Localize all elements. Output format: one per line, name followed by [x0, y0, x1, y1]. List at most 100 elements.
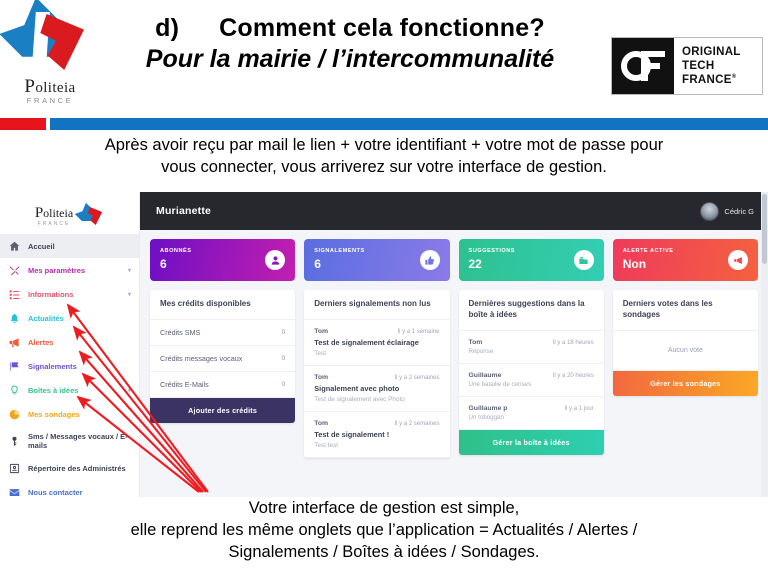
idea-item[interactable]: Tom Il y a 18 heures Réponse: [458, 331, 604, 364]
idea-time: Il y a 1 jour: [564, 405, 594, 412]
intro-line1: Après avoir reçu par mail le lien + votr…: [104, 136, 664, 154]
of-line2: TECH: [682, 59, 715, 72]
politeia-diamond-icon: [6, 6, 94, 80]
key-icon: [9, 436, 20, 447]
tools-icon: [9, 265, 20, 276]
slide-title-marker: d): [155, 14, 180, 42]
scrollbar-thumb[interactable]: [762, 194, 767, 264]
sidebar-item-accueil[interactable]: Accueil: [0, 234, 139, 258]
list-icon: [9, 289, 20, 300]
inbox-icon: [573, 250, 594, 270]
sidebar-item-label: Informations: [28, 289, 74, 299]
credit-value: 0: [281, 328, 286, 336]
vertical-scrollbar[interactable]: [761, 192, 768, 497]
chevron-down-icon[interactable]: ▾: [128, 267, 131, 274]
sidebar-item-repertoire-des-administres[interactable]: Répertoire des Administrés: [0, 456, 139, 480]
idea-item[interactable]: Guillaume p Il y a 1 jour Un toboggan: [458, 397, 604, 430]
app-screenshot: Politeia FRANCE Accueil Mes paramètres ▾…: [0, 192, 768, 497]
id-card-icon: [9, 463, 20, 474]
slide-title-line1: d) Comment cela fonctionne?: [100, 14, 600, 43]
sidebar-item-nous-contacter[interactable]: Nous contacter: [0, 480, 139, 497]
add-credits-button[interactable]: Ajouter des crédits: [150, 397, 296, 423]
reports-card: Derniers signalements non lus Tom Il y a…: [304, 290, 450, 458]
lightbulb-icon: [9, 385, 20, 396]
report-item[interactable]: Tom Il y a 1 semaine Test de signalement…: [304, 320, 450, 366]
slide-title: d) Comment cela fonctionne? Pour la mairi…: [100, 14, 600, 74]
registered-mark: ®: [731, 74, 737, 81]
sidebar-item-sms-messages-vocaux-emails[interactable]: Sms / Messages vocaux / E-mails: [0, 426, 139, 456]
idea-author: Tom: [468, 338, 483, 346]
sidebar-item-informations[interactable]: Informations ▾: [0, 282, 139, 306]
footer-line3: Signalements / Boîtes à idées / Sondages…: [228, 542, 540, 561]
sidebar-item-signalements[interactable]: Signalements: [0, 354, 139, 378]
kpi-label: SIGNALEMENTS: [314, 248, 365, 255]
sidebar-item-label: Actualités: [28, 313, 64, 323]
kpi-row: ABONNÉS 6 SIGNALEMENTS 6 SUGGESTIONS 22 …: [150, 239, 758, 281]
of-line3: FRANCE®: [682, 74, 737, 86]
footer-line2: elle reprend les même onglets que l’appl…: [130, 520, 638, 539]
report-desc: Test: [314, 349, 326, 357]
report-item[interactable]: Tom Il y a 2 semaines Signalement avec p…: [304, 366, 450, 412]
idea-time: Il y a 18 heures: [552, 339, 594, 346]
kpi-card-alerte-active[interactable]: ALERTE ACTIVE Non: [612, 239, 758, 281]
kpi-value: 6: [160, 256, 167, 271]
flag-icon: [9, 361, 20, 372]
sidebar-item-alertes[interactable]: Alertes: [0, 330, 139, 354]
sidebar-logo-word: Politeia: [34, 204, 74, 221]
sidebar-item-boites-a-idees[interactable]: Boîtes à idées ▾: [0, 378, 139, 402]
sidebar-item-mes-parametres[interactable]: Mes paramètres ▾: [0, 258, 139, 282]
intro-text: Après avoir reçu par mail le lien + votr…: [14, 134, 754, 179]
sidebar-item-label: Sms / Messages vocaux / E-mails: [28, 431, 128, 450]
original-tech-france-logo: ORIGINAL TECH FRANCE®: [611, 37, 763, 95]
kpi-label: ALERTE ACTIVE: [622, 248, 674, 255]
idea-desc: Une bataille de cerises: [468, 380, 532, 388]
thumb-up-icon: [419, 250, 440, 270]
credit-label: Crédits E-Mails: [160, 379, 209, 389]
idea-author: Guillaume p: [468, 404, 508, 412]
topbar-title: Murianette: [156, 205, 212, 217]
idea-author: Guillaume: [468, 371, 502, 379]
report-item[interactable]: Tom Il y a 2 semaines Test de signalemen…: [304, 412, 450, 458]
slide-header: Politeia FRANCE d) Comment cela fonctionn…: [0, 0, 768, 118]
chevron-down-icon[interactable]: ▾: [128, 387, 131, 394]
politeia-logo: Politeia FRANCE: [6, 6, 94, 110]
report-author: Tom: [314, 419, 329, 427]
report-title: Test de signalement !: [314, 429, 390, 439]
credit-label: Crédits messages vocaux: [160, 353, 243, 363]
idea-item[interactable]: Guillaume Il y a 20 heures Une bataille …: [458, 364, 604, 397]
manage-polls-button[interactable]: Gérer les sondages: [612, 370, 758, 396]
kpi-value: Non: [622, 256, 647, 271]
chevron-down-icon[interactable]: ▾: [128, 291, 131, 298]
bell-icon: [9, 313, 20, 324]
report-time: Il y a 2 semaines: [394, 374, 440, 381]
credit-value: 0: [281, 354, 286, 362]
band-blue: [50, 118, 768, 130]
sidebar-item-mes-sondages[interactable]: Mes sondages: [0, 402, 139, 426]
sidebar-logo[interactable]: Politeia FRANCE: [0, 192, 139, 234]
polls-card: Derniers votes dans les sondages Aucun v…: [612, 290, 758, 396]
politeia-wordmark-rest: oliteia: [35, 80, 76, 96]
credits-card: Mes crédits disponibles Crédits SMS 0 Cr…: [150, 290, 296, 423]
color-band: [0, 118, 768, 130]
report-author: Tom: [314, 373, 329, 381]
report-time: Il y a 1 semaine: [397, 328, 440, 335]
sidebar-item-actualites[interactable]: Actualités: [0, 306, 139, 330]
credit-row-voice: Crédits messages vocaux 0: [150, 346, 296, 372]
politeia-wordmark: Politeia: [6, 76, 94, 98]
report-author: Tom: [314, 327, 329, 335]
kpi-value: 6: [314, 256, 321, 271]
kpi-card-abonnes[interactable]: ABONNÉS 6: [150, 239, 296, 281]
kpi-card-suggestions[interactable]: SUGGESTIONS 22: [458, 239, 604, 281]
politeia-wordmark-initial: P: [24, 76, 36, 97]
sidebar-logo-subtitle: FRANCE: [37, 220, 71, 227]
topbar-username: Cédric G: [724, 206, 754, 216]
kpi-value: 22: [468, 256, 482, 271]
manage-ideas-button[interactable]: Gérer la boîte à idées: [458, 429, 604, 455]
card-title: Dernières suggestions dans la boîte à id…: [458, 290, 604, 331]
topbar-user-menu[interactable]: Cédric G: [700, 201, 754, 221]
card-title: Derniers signalements non lus: [304, 290, 450, 320]
intro-line2: vous connecter, vous arriverez sur votre…: [161, 158, 607, 177]
kpi-label: ABONNÉS: [160, 248, 192, 255]
report-desc: Test de signalement avec Photo: [314, 395, 405, 403]
kpi-card-signalements[interactable]: SIGNALEMENTS 6: [304, 239, 450, 281]
